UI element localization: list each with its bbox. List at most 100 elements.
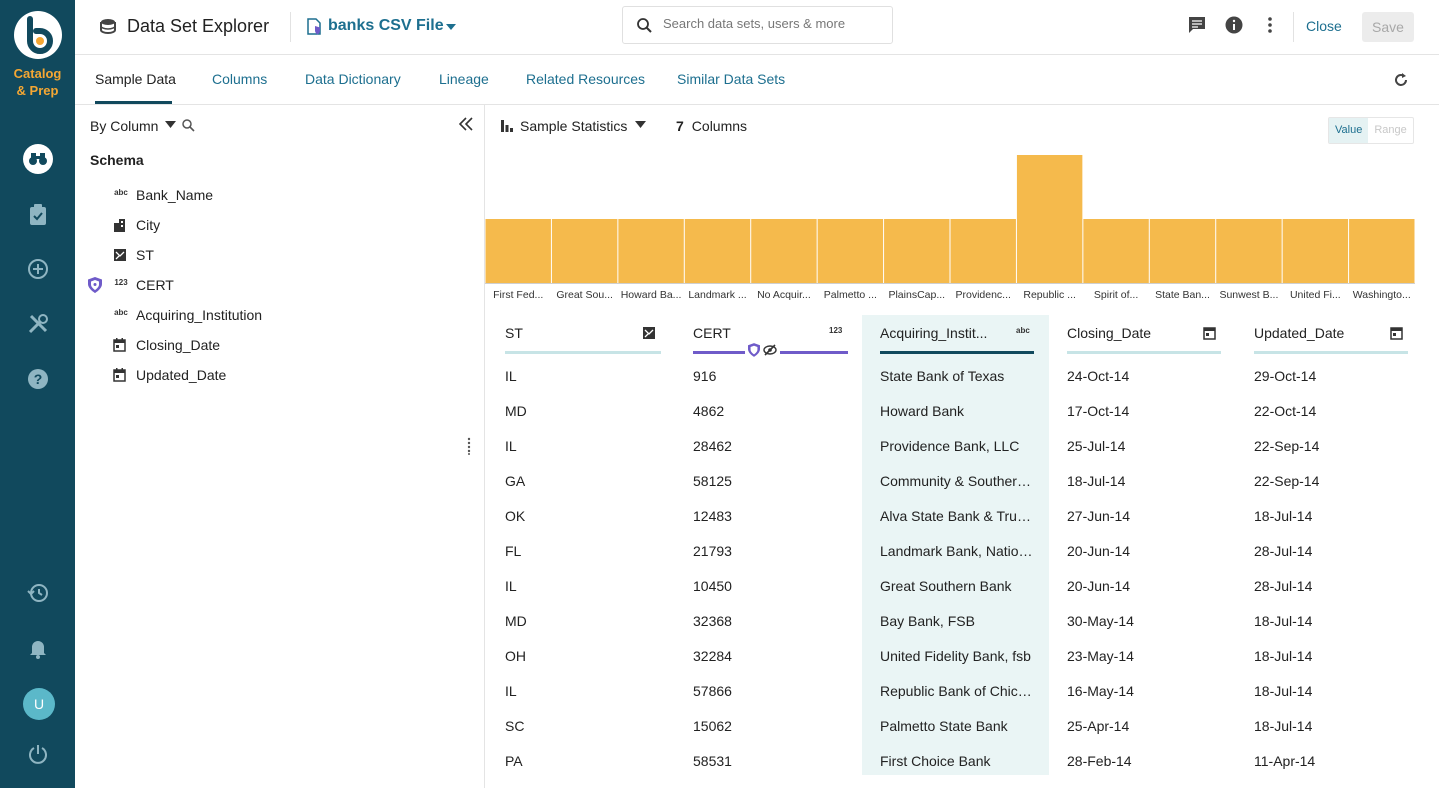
- table-cell[interactable]: IL: [505, 578, 655, 594]
- table-cell[interactable]: Howard Bank: [880, 403, 1035, 419]
- chart-bar[interactable]: [1216, 219, 1282, 283]
- refresh-icon[interactable]: [1393, 72, 1409, 88]
- global-search[interactable]: [622, 6, 893, 44]
- table-cell[interactable]: Palmetto State Bank: [880, 718, 1035, 734]
- tab-data-dictionary[interactable]: Data Dictionary: [305, 71, 401, 87]
- table-cell[interactable]: 18-Jul-14: [1254, 508, 1404, 524]
- chart-bar[interactable]: [751, 219, 817, 283]
- table-cell[interactable]: 23-May-14: [1067, 648, 1217, 664]
- schema-item-acquiring-institution[interactable]: abc Acquiring_Institution: [75, 300, 475, 330]
- column-header-closing-date[interactable]: Closing_Date: [1047, 315, 1234, 355]
- table-cell[interactable]: 32284: [693, 648, 843, 664]
- chart-bar[interactable]: [551, 219, 618, 283]
- table-cell[interactable]: 22-Sep-14: [1254, 438, 1404, 454]
- table-cell[interactable]: FL: [505, 543, 655, 559]
- table-cell[interactable]: 18-Jul-14: [1067, 473, 1217, 489]
- table-cell[interactable]: 28-Jul-14: [1254, 578, 1404, 594]
- info-icon[interactable]: [1225, 16, 1243, 34]
- table-cell[interactable]: Community & Southern...: [880, 473, 1035, 489]
- table-cell[interactable]: 18-Jul-14: [1254, 613, 1404, 629]
- table-cell[interactable]: 25-Apr-14: [1067, 718, 1217, 734]
- clipboard-check-icon[interactable]: [22, 199, 54, 231]
- chart-bar[interactable]: [1016, 155, 1083, 283]
- table-cell[interactable]: First Choice Bank: [880, 753, 1035, 769]
- plus-circle-icon[interactable]: [22, 253, 54, 285]
- search-input[interactable]: [663, 16, 883, 31]
- schema-item-city[interactable]: City: [75, 210, 475, 240]
- table-cell[interactable]: 25-Jul-14: [1067, 438, 1217, 454]
- table-cell[interactable]: Bay Bank, FSB: [880, 613, 1035, 629]
- table-cell[interactable]: IL: [505, 683, 655, 699]
- table-cell[interactable]: 28-Feb-14: [1067, 753, 1217, 769]
- table-cell[interactable]: 12483: [693, 508, 843, 524]
- table-cell[interactable]: 22-Sep-14: [1254, 473, 1404, 489]
- schema-item-updated-date[interactable]: Updated_Date: [75, 360, 475, 390]
- chart-bar[interactable]: [485, 219, 551, 283]
- chart-bar[interactable]: [618, 219, 684, 283]
- table-cell[interactable]: Providence Bank, LLC: [880, 438, 1035, 454]
- table-cell[interactable]: 20-Jun-14: [1067, 578, 1217, 594]
- schema-item-bank-name[interactable]: abc Bank_Name: [75, 180, 475, 210]
- table-cell[interactable]: Landmark Bank, Nation...: [880, 543, 1035, 559]
- chevron-down-icon[interactable]: [165, 121, 176, 128]
- value-range-toggle[interactable]: Value Range: [1328, 117, 1414, 144]
- table-cell[interactable]: 18-Jul-14: [1254, 683, 1404, 699]
- chevron-down-icon[interactable]: [635, 121, 646, 128]
- tab-related-resources[interactable]: Related Resources: [526, 71, 645, 87]
- table-cell[interactable]: 15062: [693, 718, 843, 734]
- chart-bar[interactable]: [1083, 219, 1149, 283]
- table-cell[interactable]: MD: [505, 613, 655, 629]
- schema-item-cert[interactable]: 123 CERT: [75, 270, 475, 300]
- column-header-updated-date[interactable]: Updated_Date: [1234, 315, 1421, 355]
- table-cell[interactable]: IL: [505, 438, 655, 454]
- table-cell[interactable]: PA: [505, 753, 655, 769]
- tools-icon[interactable]: [22, 308, 54, 340]
- table-cell[interactable]: Alva State Bank & Trust...: [880, 508, 1035, 524]
- table-cell[interactable]: 22-Oct-14: [1254, 403, 1404, 419]
- table-cell[interactable]: 17-Oct-14: [1067, 403, 1217, 419]
- table-cell[interactable]: 16-May-14: [1067, 683, 1217, 699]
- table-cell[interactable]: 28-Jul-14: [1254, 543, 1404, 559]
- table-cell[interactable]: Republic Bank of Chica...: [880, 683, 1035, 699]
- chart-bar[interactable]: [950, 219, 1016, 283]
- chart-bar[interactable]: [1149, 219, 1216, 283]
- tab-lineage[interactable]: Lineage: [439, 71, 489, 87]
- close-button[interactable]: Close: [1306, 18, 1342, 34]
- table-cell[interactable]: United Fidelity Bank, fsb: [880, 648, 1035, 664]
- chart-bar[interactable]: [817, 219, 884, 283]
- bell-icon[interactable]: [22, 632, 54, 664]
- save-button[interactable]: Save: [1362, 12, 1414, 42]
- table-cell[interactable]: 32368: [693, 613, 843, 629]
- collapse-panel-icon[interactable]: [459, 117, 473, 131]
- table-cell[interactable]: IL: [505, 368, 655, 384]
- chart-bar[interactable]: [1282, 219, 1349, 283]
- table-cell[interactable]: 10450: [693, 578, 843, 594]
- dataset-name-dropdown[interactable]: banks CSV File: [328, 17, 444, 35]
- sample-statistics-dropdown[interactable]: Sample Statistics: [520, 118, 627, 134]
- column-header-cert[interactable]: CERT 123: [673, 315, 860, 357]
- column-header-st[interactable]: ST: [485, 315, 672, 355]
- table-cell[interactable]: OH: [505, 648, 655, 664]
- table-cell[interactable]: GA: [505, 473, 655, 489]
- table-cell[interactable]: 18-Jul-14: [1254, 648, 1404, 664]
- table-cell[interactable]: 30-May-14: [1067, 613, 1217, 629]
- chevron-down-icon[interactable]: [445, 23, 457, 31]
- power-icon[interactable]: [22, 738, 54, 770]
- tab-columns[interactable]: Columns: [212, 71, 267, 87]
- table-cell[interactable]: 24-Oct-14: [1067, 368, 1217, 384]
- help-icon[interactable]: ?: [22, 363, 54, 395]
- group-by-dropdown[interactable]: By Column: [90, 118, 158, 134]
- table-cell[interactable]: 57866: [693, 683, 843, 699]
- table-cell[interactable]: 28462: [693, 438, 843, 454]
- table-cell[interactable]: 18-Jul-14: [1254, 718, 1404, 734]
- table-cell[interactable]: Great Southern Bank: [880, 578, 1035, 594]
- table-cell[interactable]: OK: [505, 508, 655, 524]
- schema-item-closing-date[interactable]: Closing_Date: [75, 330, 475, 360]
- table-cell[interactable]: 21793: [693, 543, 843, 559]
- more-options-icon[interactable]: [1267, 16, 1273, 34]
- search-icon[interactable]: [182, 119, 195, 132]
- table-cell[interactable]: 20-Jun-14: [1067, 543, 1217, 559]
- table-cell[interactable]: 29-Oct-14: [1254, 368, 1404, 384]
- toggle-range[interactable]: Range: [1368, 118, 1412, 143]
- tab-sample-data[interactable]: Sample Data: [95, 71, 176, 87]
